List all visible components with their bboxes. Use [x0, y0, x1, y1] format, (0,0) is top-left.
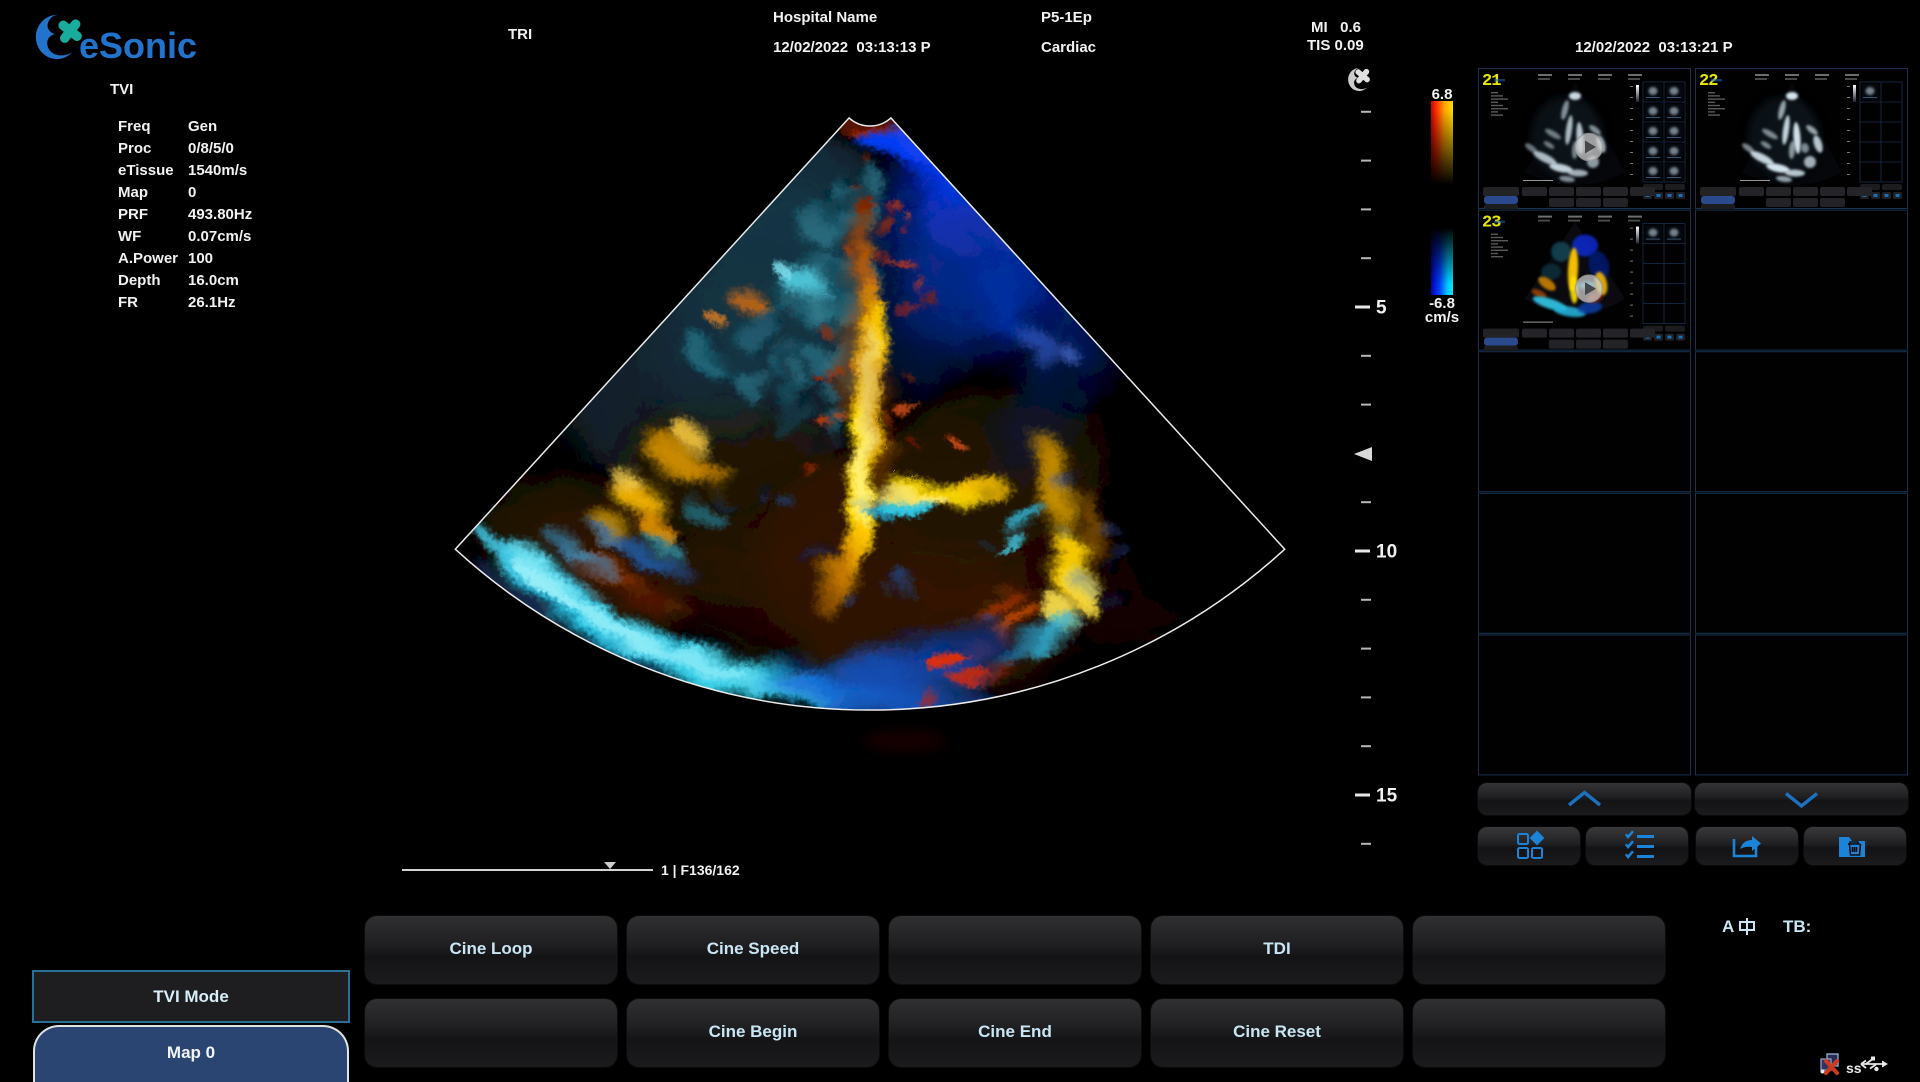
svg-text:ss: ss: [1846, 1060, 1862, 1076]
svg-text:10: 10: [1376, 542, 1397, 563]
svg-text:15: 15: [1376, 786, 1398, 807]
svg-text:5: 5: [1376, 298, 1387, 319]
